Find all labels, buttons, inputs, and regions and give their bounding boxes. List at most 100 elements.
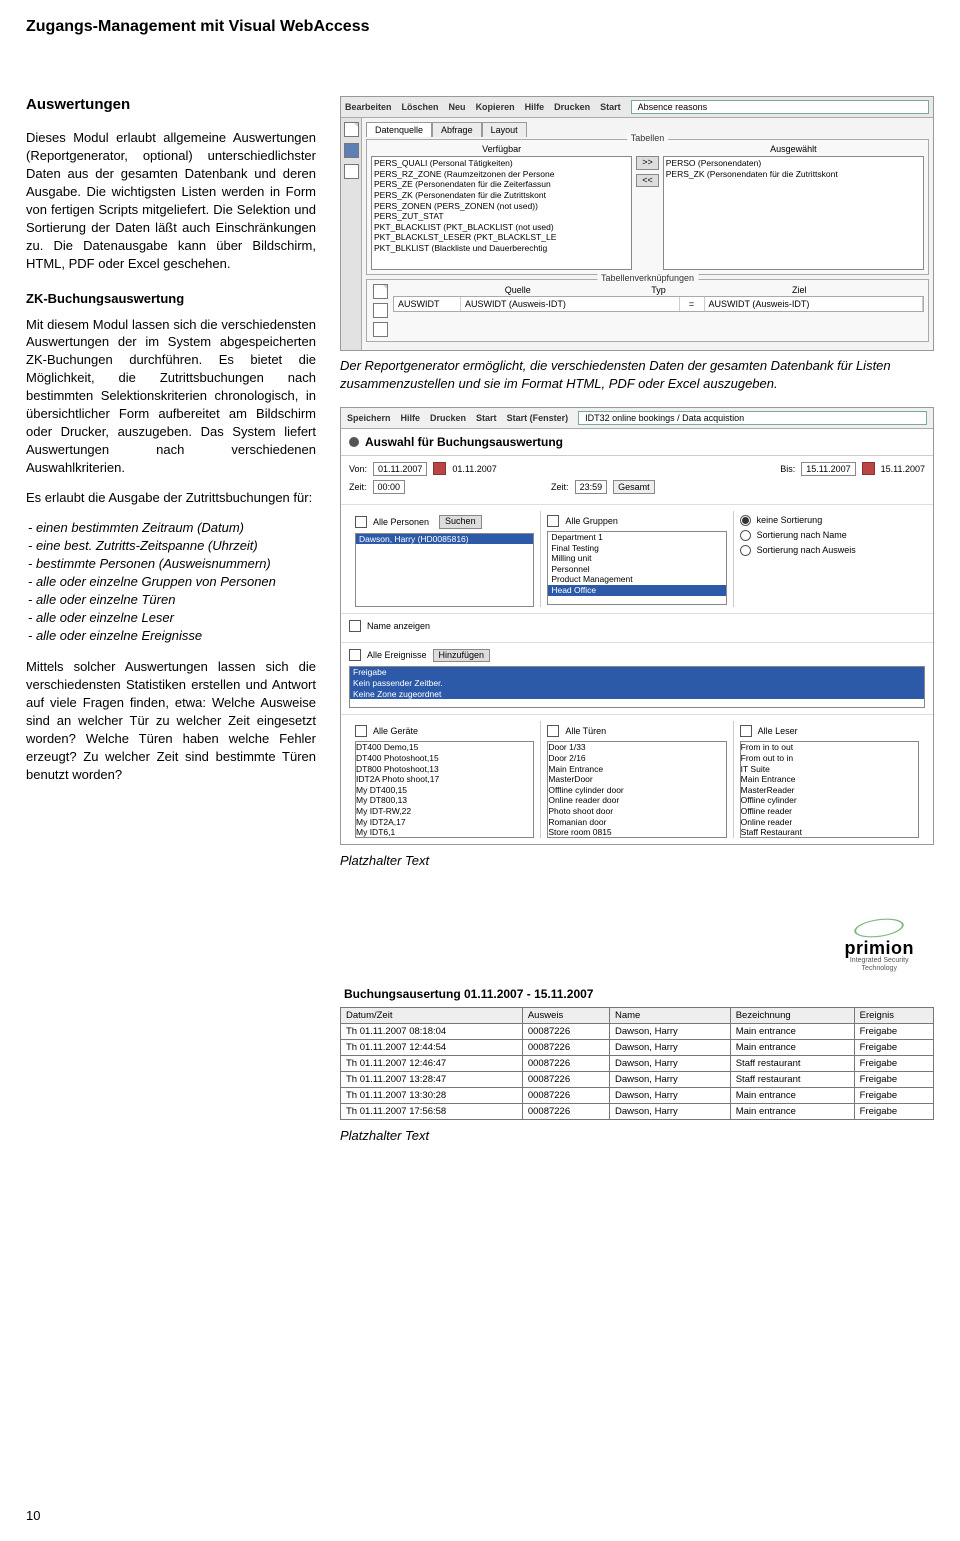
tb-neu[interactable]: Neu [449, 102, 466, 112]
list-item[interactable]: PERS_ZK (Personendaten für die Zutrittsk… [374, 190, 629, 201]
list-item[interactable]: PKT_BLKLIST (Blackliste und Dauerberecht… [374, 243, 629, 254]
tb2-start[interactable]: Start [476, 413, 497, 423]
selected-list[interactable]: PERSO (Personendaten) PERS_ZK (Personend… [663, 156, 924, 270]
add-button[interactable]: >> [636, 156, 659, 170]
list-item[interactable]: DT400 Demo,15 [356, 742, 533, 753]
chk-alle-ereignisse[interactable] [349, 649, 361, 661]
tb-kopieren[interactable]: Kopieren [476, 102, 515, 112]
link-del-icon[interactable] [373, 303, 388, 318]
tab-abfrage[interactable]: Abfrage [432, 122, 482, 137]
chk-name-anzeigen[interactable] [349, 620, 361, 632]
list-item[interactable]: IT Suite [741, 764, 918, 775]
zeit-mode[interactable]: Gesamt [613, 480, 655, 494]
list-item[interactable]: MasterDoor [548, 774, 725, 785]
tb-start[interactable]: Start [600, 102, 621, 112]
list-item[interactable]: PERS_RZ_ZONE (Raumzeitzonen der Persone [374, 169, 629, 180]
tab-layout[interactable]: Layout [482, 122, 527, 137]
list-item[interactable]: IDT2A Photo shoot,17 [356, 774, 533, 785]
list-item[interactable]: Freigabe [350, 667, 924, 678]
list-item[interactable]: Product Management [548, 574, 725, 585]
zeit-from-input[interactable]: 00:00 [373, 480, 406, 494]
list-item[interactable]: PERSO (Personendaten) [666, 158, 921, 169]
save-icon[interactable] [344, 143, 359, 158]
tab-datenquelle[interactable]: Datenquelle [366, 122, 432, 137]
calendar-icon[interactable] [433, 462, 446, 475]
bis-input[interactable]: 15.11.2007 [801, 462, 855, 476]
list-item[interactable]: Dawson, Harry (HD0085816) [356, 534, 533, 545]
chk-alle-gruppen[interactable] [547, 515, 559, 527]
list-item[interactable]: My DT800,13 [356, 795, 533, 806]
list-item[interactable]: PKT_BLACKLIST (PKT_BLACKLIST (not used) [374, 222, 629, 233]
list-item[interactable]: My IDT6,1 [356, 827, 533, 838]
list-item[interactable]: PERS_ZK (Personendaten für die Zutrittsk… [666, 169, 921, 180]
chk-alle-tueren[interactable] [547, 725, 559, 737]
tb2-speichern[interactable]: Speichern [347, 413, 391, 423]
remove-button[interactable]: << [636, 174, 659, 188]
radio-no-sort[interactable] [740, 515, 751, 526]
list-item[interactable]: My IDT2A,17 [356, 817, 533, 828]
tool-icon[interactable] [344, 164, 359, 179]
list-item[interactable]: Personnel [548, 564, 725, 575]
list-item[interactable]: Head Office [548, 585, 725, 596]
list-item[interactable]: Main Entrance [741, 774, 918, 785]
list-item[interactable]: My IDT-RW,22 [356, 806, 533, 817]
list-item[interactable]: DT800 Photoshoot,13 [356, 764, 533, 775]
link-edit-icon[interactable] [373, 322, 388, 337]
list-item[interactable]: Store room 0815 [548, 827, 725, 838]
list-item[interactable]: Main Entrance [548, 764, 725, 775]
list-item[interactable]: Kein passender Zeitber. [350, 678, 924, 689]
chk-alle-personen[interactable] [355, 516, 367, 528]
tb2-hilfe[interactable]: Hilfe [401, 413, 421, 423]
list-item[interactable]: PERS_ZE (Personendaten für die Zeiterfas… [374, 179, 629, 190]
list-item[interactable]: Door 1/33 [548, 742, 725, 753]
hinzufuegen-button[interactable]: Hinzufügen [433, 649, 491, 663]
tb2-drucken[interactable]: Drucken [430, 413, 466, 423]
list-item[interactable]: MasterReader [741, 785, 918, 796]
list-item[interactable]: Milling unit [548, 553, 725, 564]
tb-drucken[interactable]: Drucken [554, 102, 590, 112]
list-item[interactable]: Final Testing [548, 543, 725, 554]
list-item[interactable]: Department 1 [548, 532, 725, 543]
list-item[interactable]: DT400 Photoshoot,15 [356, 753, 533, 764]
reader-list[interactable]: From in to out From out to in IT Suite M… [740, 741, 919, 838]
list-item[interactable]: PERS_QUALI (Personal Tätigkeiten) [374, 158, 629, 169]
list-item[interactable]: Romanian door [548, 817, 725, 828]
tb2-start-window[interactable]: Start (Fenster) [507, 413, 569, 423]
event-list[interactable]: Freigabe Kein passender Zeitber. Keine Z… [349, 666, 925, 708]
list-item[interactable]: From out to in [741, 753, 918, 764]
list-item[interactable]: PKT_BLACKLST_LESER (PKT_BLACKLST_LE [374, 232, 629, 243]
group-list[interactable]: Department 1 Final Testing Milling unit … [547, 531, 726, 605]
chk-alle-leser[interactable] [740, 725, 752, 737]
device-list[interactable]: DT400 Demo,15 DT400 Photoshoot,15 DT800 … [355, 741, 534, 838]
list-item[interactable]: My DT400,15 [356, 785, 533, 796]
link-new-icon[interactable] [373, 284, 388, 299]
booking-select[interactable]: IDT32 online bookings / Data acquistion [578, 411, 927, 425]
door-list[interactable]: Door 1/33 Door 2/16 Main Entrance Master… [547, 741, 726, 838]
tb-hilfe[interactable]: Hilfe [525, 102, 545, 112]
list-item[interactable]: Staff Restaurant [741, 827, 918, 838]
new-doc-icon[interactable] [344, 122, 359, 137]
person-list[interactable]: Dawson, Harry (HD0085816) [355, 533, 534, 607]
list-item[interactable]: Offline cylinder [741, 795, 918, 806]
link-row[interactable]: AUSWIDT AUSWIDT (Ausweis-IDT) = AUSWIDT … [393, 296, 924, 312]
list-item[interactable]: From in to out [741, 742, 918, 753]
list-item[interactable]: Offline reader [741, 806, 918, 817]
list-item[interactable]: Door 2/16 [548, 753, 725, 764]
radio-sort-id[interactable] [740, 545, 751, 556]
report-select[interactable]: Absence reasons [631, 100, 929, 114]
tb-bearbeiten[interactable]: Bearbeiten [345, 102, 392, 112]
list-item[interactable]: Online reader door [548, 795, 725, 806]
chk-alle-geraete[interactable] [355, 725, 367, 737]
tb-loeschen[interactable]: Löschen [402, 102, 439, 112]
list-item[interactable]: Offline cylinder door [548, 785, 725, 796]
available-list[interactable]: PERS_QUALI (Personal Tätigkeiten) PERS_R… [371, 156, 632, 270]
calendar-icon[interactable] [862, 462, 875, 475]
list-item[interactable]: Online reader [741, 817, 918, 828]
list-item[interactable]: Keine Zone zugeordnet [350, 689, 924, 700]
radio-sort-name[interactable] [740, 530, 751, 541]
list-item[interactable]: PERS_ZONEN (PERS_ZONEN (not used)) [374, 201, 629, 212]
zeit-to-input[interactable]: 23:59 [575, 480, 608, 494]
suchen-button[interactable]: Suchen [439, 515, 482, 529]
list-item[interactable]: PERS_ZUT_STAT [374, 211, 629, 222]
von-input[interactable]: 01.11.2007 [373, 462, 427, 476]
